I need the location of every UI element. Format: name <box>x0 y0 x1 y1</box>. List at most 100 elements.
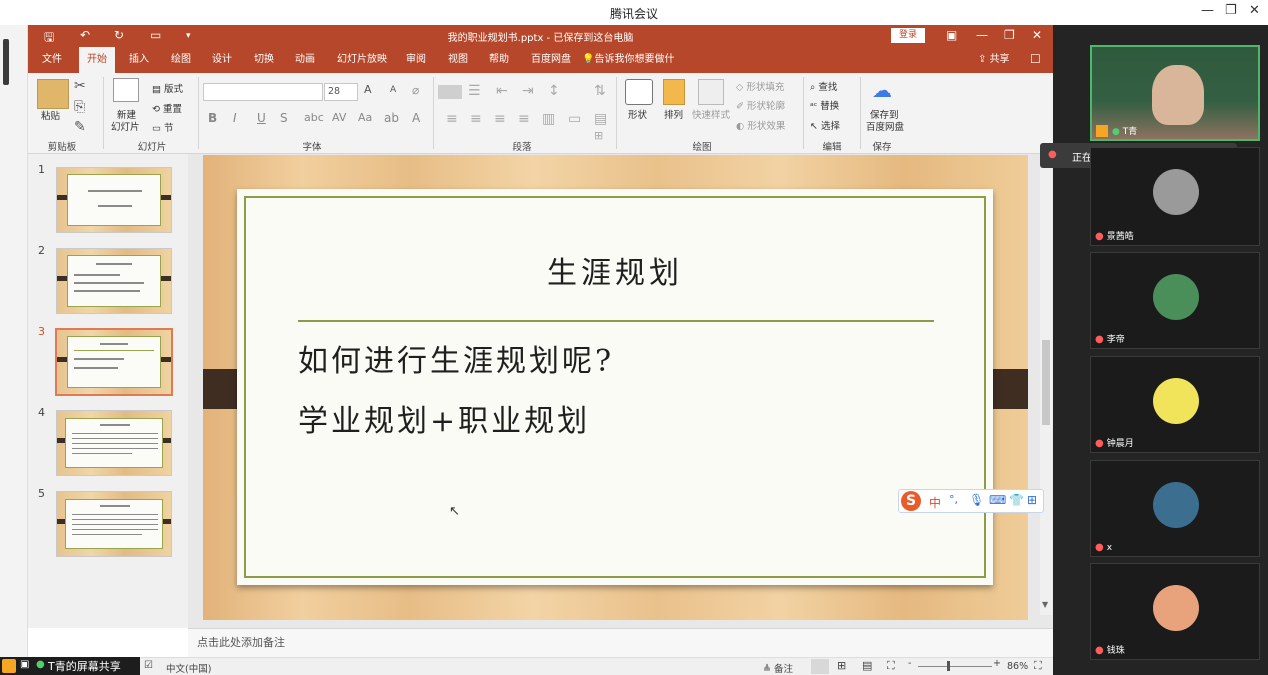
reset-button[interactable]: ⟲ 重置 <box>152 101 182 115</box>
shape-effects-button[interactable]: ◐ 形状效果 <box>736 118 785 132</box>
slide-thumbnail-4[interactable] <box>56 410 172 476</box>
slide-body-line-1[interactable]: 如何进行生涯规划呢? <box>298 336 614 380</box>
arrange-label[interactable]: 排列 <box>664 107 683 121</box>
text-direction-icon[interactable]: ⇅ <box>594 83 606 99</box>
slide-thumbnail-2[interactable] <box>56 248 172 314</box>
zoom-in-icon[interactable]: + <box>993 658 1001 669</box>
zoom-slider[interactable] <box>918 666 992 667</box>
scrollbar-thumb[interactable] <box>1042 340 1050 425</box>
voice-icon[interactable]: 🎙 <box>969 493 984 507</box>
ppt-close-icon[interactable]: ✕ <box>1032 28 1042 42</box>
fit-to-window-icon[interactable]: ⛶ <box>1034 659 1042 673</box>
arrange-icon[interactable] <box>663 79 685 105</box>
grow-font-icon[interactable]: A <box>364 83 372 96</box>
increase-indent-icon[interactable]: ⇥ <box>522 83 534 99</box>
align-left-icon[interactable]: ≡ <box>446 111 458 127</box>
text-box-icon[interactable]: ▭ <box>568 111 581 127</box>
keyboard-icon[interactable]: ⌨ <box>989 493 1006 507</box>
paste-icon[interactable] <box>37 79 69 109</box>
bold-icon[interactable]: B <box>208 111 217 125</box>
ime-mode[interactable]: 中 <box>929 494 941 511</box>
video-tile-4[interactable]: ● 钟晨月 <box>1090 356 1260 453</box>
shapes-icon[interactable] <box>625 79 653 105</box>
ppt-minimize-icon[interactable]: — <box>976 28 988 42</box>
reading-view-icon[interactable]: ▤ <box>862 659 872 672</box>
quick-styles-label[interactable]: 快速样式 <box>692 107 730 121</box>
section-button[interactable]: ▭ 节 <box>152 120 174 134</box>
shrink-font-icon[interactable]: A <box>390 85 396 95</box>
shape-fill-button[interactable]: ◇ 形状填充 <box>736 79 784 93</box>
notes-pane[interactable]: 点击此处添加备注 <box>188 628 1053 657</box>
align-text-icon[interactable]: ▤ <box>594 111 607 127</box>
columns-icon[interactable]: ▥ <box>542 111 555 127</box>
smartart-icon[interactable]: ⊞ <box>594 129 603 142</box>
slide-thumbnail-3[interactable] <box>55 328 173 396</box>
change-case-icon[interactable]: Aa <box>358 111 372 124</box>
zoom-level[interactable]: 86% <box>1007 661 1028 672</box>
tab-transitions[interactable]: 切换 <box>248 47 280 73</box>
ribbon-display-icon[interactable]: ▣ <box>946 28 957 42</box>
tab-animations[interactable]: 动画 <box>289 47 321 73</box>
find-button[interactable]: ⌕ 查找 <box>810 79 837 93</box>
tab-review[interactable]: 审阅 <box>400 47 432 73</box>
layout-button[interactable]: ▤ 版式 <box>152 81 183 95</box>
tab-home[interactable]: 开始 <box>79 47 115 73</box>
copy-icon[interactable]: ⎘ <box>74 99 85 115</box>
slide-sorter-icon[interactable]: ⊞ <box>837 659 846 672</box>
tab-design[interactable]: 设计 <box>206 47 238 73</box>
font-size-input[interactable]: 28 <box>324 83 358 101</box>
language-label[interactable]: 中文(中国) <box>166 661 211 675</box>
minimize-icon[interactable]: — <box>1201 3 1214 18</box>
tab-insert[interactable]: 插入 <box>123 47 155 73</box>
tab-baidu-netdisk[interactable]: 百度网盘 <box>526 47 576 73</box>
clear-format-icon[interactable]: ⌀ <box>412 83 419 97</box>
char-spacing-icon[interactable]: AV <box>332 111 346 124</box>
font-color-icon[interactable]: A <box>412 111 420 125</box>
ime-toolbar[interactable]: S 中 °, 🎙 ⌨ 👕 ⊞ <box>898 489 1044 513</box>
tab-view[interactable]: 视图 <box>442 47 474 73</box>
skin-icon[interactable]: 👕 <box>1009 493 1024 507</box>
save-baidu-label-2[interactable]: 百度网盘 <box>866 119 904 133</box>
share-button[interactable]: ⇪ 共享 <box>978 47 1010 73</box>
format-painter-icon[interactable]: ✎ <box>74 119 86 135</box>
tab-file[interactable]: 文件 <box>36 47 68 73</box>
video-tile-3[interactable]: ● 李帝 <box>1090 252 1260 349</box>
italic-icon[interactable]: I <box>233 111 237 125</box>
slide-body-line-2[interactable]: 学业规划+职业规划 <box>298 396 590 440</box>
new-slide-label-2[interactable]: 幻灯片 <box>111 119 140 133</box>
screen-share-badge[interactable]: ▣ ● T青的屏幕共享 <box>0 657 140 675</box>
underline-icon[interactable]: U <box>257 111 266 125</box>
line-spacing-icon[interactable]: ↕ <box>548 83 560 99</box>
video-tile-6[interactable]: ● 钱珠 <box>1090 563 1260 660</box>
toolbox-icon[interactable]: ⊞ <box>1027 493 1037 507</box>
tab-slideshow[interactable]: 幻灯片放映 <box>331 47 393 73</box>
video-tile-1[interactable]: ● T青 <box>1090 45 1260 141</box>
cut-icon[interactable]: ✂ <box>74 78 86 94</box>
normal-view-icon[interactable] <box>811 659 829 674</box>
quick-styles-icon[interactable] <box>698 79 724 105</box>
scroll-down-icon[interactable]: ▼ <box>1042 600 1048 609</box>
restore-icon[interactable]: ❐ <box>1225 3 1237 18</box>
baidu-netdisk-icon[interactable]: ☁ <box>872 78 892 102</box>
login-button[interactable]: 登录 <box>891 28 925 43</box>
tell-me-box[interactable]: 💡告诉我你想要做什么 <box>582 47 682 91</box>
slide-thumbnail-1[interactable] <box>56 167 172 233</box>
slide-title[interactable]: 生涯规划 <box>244 248 986 292</box>
notes-toggle-button[interactable]: ≜ 备注 <box>763 661 793 675</box>
ppt-restore-icon[interactable]: ❐ <box>1004 28 1015 42</box>
shapes-label[interactable]: 形状 <box>628 107 647 121</box>
tab-draw[interactable]: 绘图 <box>165 47 197 73</box>
punctuation-icon[interactable]: °, <box>949 493 958 506</box>
new-slide-icon[interactable] <box>113 78 139 102</box>
align-right-icon[interactable]: ≡ <box>494 111 506 127</box>
zoom-slider-thumb[interactable] <box>947 661 950 671</box>
font-name-input[interactable] <box>203 83 323 101</box>
select-button[interactable]: ↖ 选择 <box>810 118 840 132</box>
justify-icon[interactable]: ≡ <box>518 111 530 127</box>
tab-help[interactable]: 帮助 <box>483 47 515 73</box>
slide-thumbnail-5[interactable] <box>56 491 172 557</box>
shadow-icon[interactable]: S <box>280 111 288 125</box>
strikethrough-icon[interactable]: abc <box>304 111 324 124</box>
video-tile-5[interactable]: ● x <box>1090 460 1260 557</box>
decrease-indent-icon[interactable]: ⇤ <box>496 83 508 99</box>
